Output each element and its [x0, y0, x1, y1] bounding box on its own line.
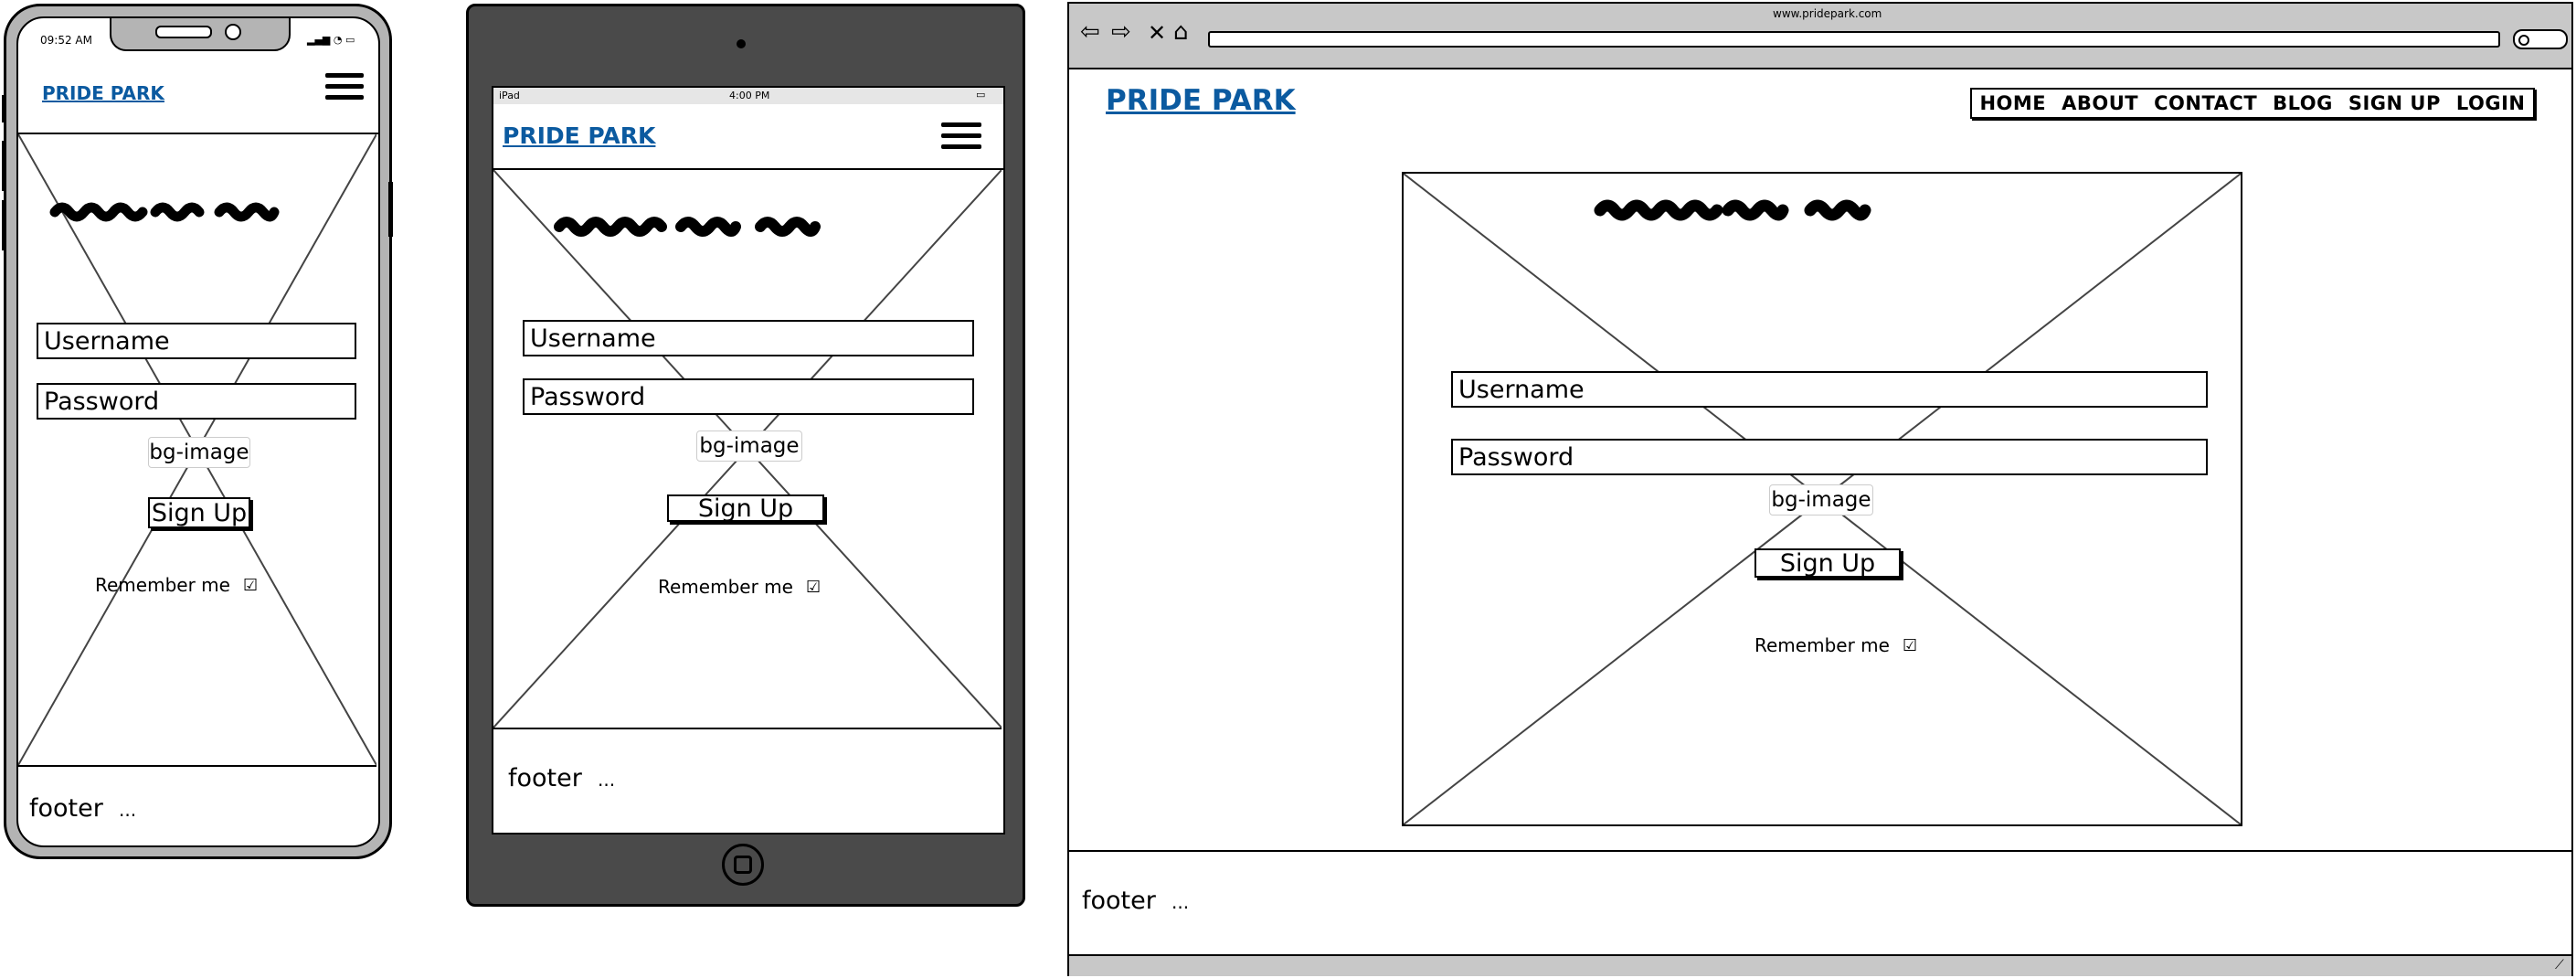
- site-logo[interactable]: PRIDE PARK: [42, 82, 164, 104]
- phone-side-button: [2, 95, 6, 122]
- signup-button[interactable]: Sign Up: [667, 494, 824, 523]
- phone-status-time: 09:52 AM: [40, 34, 92, 47]
- tablet-mockup: iPad 4:00 PM ▭ PRIDE PARK Username Passw…: [466, 4, 1025, 907]
- footer: footer ...: [493, 729, 1002, 833]
- hamburger-menu-icon[interactable]: [325, 73, 364, 110]
- tablet-status-bar: iPad 4:00 PM ▭: [493, 88, 1003, 104]
- footer-label: footer ...: [508, 764, 616, 792]
- bg-image-label: bg-image: [148, 437, 250, 468]
- signup-button[interactable]: Sign Up: [148, 497, 250, 528]
- footer-ellipsis: ...: [598, 769, 616, 791]
- resize-grip-icon[interactable]: ⟋: [2555, 958, 2564, 973]
- bg-image-label: bg-image: [1769, 484, 1873, 516]
- browser-url-label: www.pridepark.com: [1773, 7, 1882, 20]
- footer: footer ...: [1069, 850, 2571, 956]
- phone-notch: [110, 18, 291, 51]
- username-field[interactable]: Username: [1451, 371, 2208, 408]
- browser-mockup: www.pridepark.com ⇦ ⇨ ✕ ⌂ PRIDE PARK HOM…: [1067, 2, 2573, 976]
- password-field[interactable]: Password: [1451, 439, 2208, 475]
- nav-sign-up[interactable]: SIGN UP: [2348, 92, 2441, 114]
- signal-icon: ▂▄▆ ◔ ▭: [307, 34, 355, 46]
- site-logo[interactable]: PRIDE PARK: [1106, 84, 1296, 117]
- site-logo[interactable]: PRIDE PARK: [503, 122, 655, 149]
- browser-status-bar: ⟋: [1069, 954, 2571, 976]
- nav-about[interactable]: ABOUT: [2062, 92, 2138, 114]
- signup-button[interactable]: Sign Up: [1754, 548, 1901, 578]
- remember-me-label: Remember me: [95, 574, 230, 596]
- password-field[interactable]: Password: [37, 383, 356, 420]
- username-field[interactable]: Username: [523, 320, 974, 356]
- footer-label: footer ...: [1082, 887, 1190, 915]
- remember-me-label: Remember me: [658, 576, 793, 598]
- camera-icon: [225, 24, 241, 40]
- checkbox-icon[interactable]: ☑: [806, 578, 821, 597]
- remember-me[interactable]: Remember me ☑: [658, 576, 821, 598]
- battery-icon: ▭: [976, 89, 986, 101]
- hamburger-menu-icon[interactable]: [941, 122, 981, 159]
- password-field[interactable]: Password: [523, 378, 974, 415]
- search-icon: [2518, 35, 2529, 46]
- phone-side-button: [2, 200, 6, 250]
- tablet-camera-icon: [737, 39, 746, 48]
- nav-home[interactable]: HOME: [1979, 92, 2046, 114]
- nav-contact[interactable]: CONTACT: [2154, 92, 2257, 114]
- scribble-heading: [1594, 199, 1871, 221]
- phone-side-button: [2, 141, 6, 191]
- browser-toolbar: www.pridepark.com ⇦ ⇨ ✕ ⌂: [1069, 4, 2571, 69]
- checkbox-icon[interactable]: ☑: [1903, 636, 1917, 655]
- forward-arrow-icon[interactable]: ⇨: [1111, 18, 1131, 46]
- footer-label: footer ...: [29, 794, 137, 823]
- scribble-heading: [49, 202, 280, 222]
- footer-ellipsis: ...: [1171, 891, 1190, 913]
- remember-me[interactable]: Remember me ☑: [1754, 634, 1917, 656]
- tablet-status-time: 4:00 PM: [729, 90, 770, 101]
- back-arrow-icon[interactable]: ⇦: [1080, 18, 1100, 46]
- nav-bar: HOME ABOUT CONTACT BLOG SIGN UP LOGIN: [1970, 88, 2535, 119]
- footer: footer ...: [18, 765, 376, 845]
- speaker-icon: [155, 26, 212, 38]
- remember-me[interactable]: Remember me ☑: [95, 574, 258, 596]
- home-icon[interactable]: ⌂: [1173, 18, 1189, 46]
- nav-blog[interactable]: BLOG: [2273, 92, 2333, 114]
- nav-login[interactable]: LOGIN: [2456, 92, 2526, 114]
- bg-image-label: bg-image: [696, 431, 802, 462]
- username-field[interactable]: Username: [37, 323, 356, 359]
- phone-screen: 09:52 AM ▂▄▆ ◔ ▭ PRIDE PARK Username Pas…: [16, 16, 380, 847]
- home-button[interactable]: [722, 844, 764, 886]
- search-button[interactable]: [2513, 29, 2568, 49]
- footer-ellipsis: ...: [119, 799, 137, 821]
- tablet-status-device: iPad: [499, 90, 520, 101]
- remember-me-label: Remember me: [1754, 634, 1890, 656]
- scribble-heading: [554, 217, 821, 237]
- checkbox-icon[interactable]: ☑: [243, 576, 258, 595]
- phone-mockup: 09:52 AM ▂▄▆ ◔ ▭ PRIDE PARK Username Pas…: [2, 4, 393, 859]
- hero-bg-image: Username Password bg-image Sign Up Remem…: [1402, 172, 2242, 826]
- address-bar[interactable]: [1208, 31, 2500, 48]
- phone-side-button: [388, 182, 393, 237]
- tablet-screen: iPad 4:00 PM ▭ PRIDE PARK Username Passw…: [492, 86, 1005, 834]
- close-icon[interactable]: ✕: [1148, 20, 1166, 46]
- home-button-icon: [734, 856, 752, 874]
